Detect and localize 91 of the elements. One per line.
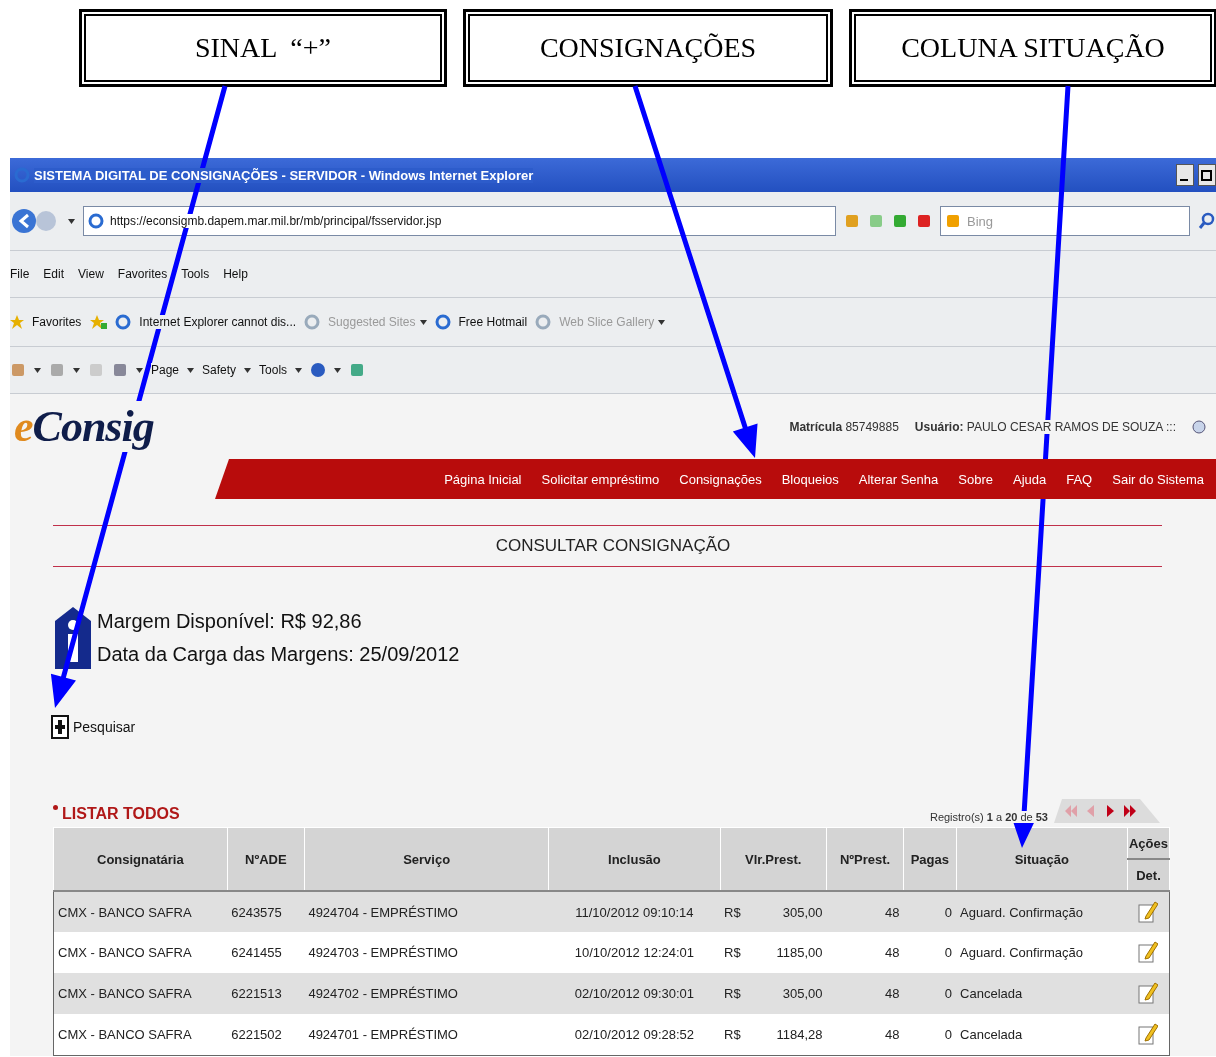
table-cell: Cancelada: [956, 973, 1128, 1014]
table-cell: 10/10/2012 12:24:01: [548, 932, 720, 973]
table-cell: 48: [826, 973, 904, 1014]
command-menu[interactable]: Safety: [202, 363, 237, 377]
favorites-link[interactable]: Internet Explorer cannot dis...: [139, 315, 297, 329]
favorites-link[interactable]: Free Hotmail: [458, 315, 528, 329]
table-cell: 0: [903, 973, 957, 1014]
table-cell: 02/10/2012 09:28:52: [548, 1014, 720, 1055]
edit-icon[interactable]: [1138, 980, 1159, 1004]
column-header: Inclusão: [548, 827, 720, 891]
minimize-button[interactable]: [1176, 164, 1194, 186]
column-header: Ações: [1127, 827, 1170, 859]
caret-icon: [34, 367, 41, 373]
caret-icon: [295, 367, 303, 373]
address-field[interactable]: https://econsigmb.dapem.mar.mil.br/mb/principal/fsservidor.jsp: [83, 206, 836, 236]
command-menu[interactable]: Page: [151, 363, 180, 377]
table-cell: R$: [724, 1026, 741, 1042]
table-cell: 305,00: [782, 904, 823, 920]
table-cell: CMX - BANCO SAFRA: [53, 1014, 228, 1055]
table-cell: Cancelada: [956, 1014, 1128, 1055]
column-header: Situação: [956, 827, 1128, 891]
menu-item[interactable]: View: [78, 267, 104, 281]
column-header: Consignatária: [53, 827, 228, 891]
menu-item[interactable]: Tools: [181, 267, 210, 281]
table-cell: 1185,00: [776, 945, 823, 960]
table-cell: 6241455: [227, 932, 305, 973]
caret-icon: [187, 367, 195, 373]
star-icon[interactable]: [10, 315, 24, 329]
add-favorite-icon[interactable]: [89, 314, 108, 330]
favorites-button[interactable]: Favorites: [32, 315, 82, 329]
column-header: NºPrest.: [826, 827, 904, 891]
table-cell: 02/10/2012 09:30:01: [548, 973, 720, 1014]
bullet-icon: [53, 805, 58, 810]
last-page-icon[interactable]: [1122, 803, 1138, 819]
caret-icon: [658, 319, 666, 325]
menu-item[interactable]: Edit: [43, 267, 65, 281]
globe-icon: [1192, 418, 1206, 435]
table-cell: 0: [903, 1014, 957, 1055]
user-info: Usuário: PAULO CESAR RAMOS DE SOUZA :::: [914, 419, 1176, 434]
table-cell: 4924703 - EMPRÉSTIMO: [304, 932, 549, 973]
table-cell: 48: [826, 1014, 904, 1055]
margin-info: Margem Disponível: R$ 92,86: [97, 609, 363, 634]
table-cell: 305,00: [782, 986, 823, 1001]
table-cell: R$: [724, 904, 741, 920]
menu-item[interactable]: Help: [223, 267, 248, 281]
page-heading: CONSULTAR CONSIGNAÇÃO: [494, 535, 732, 557]
table-cell: R$: [724, 986, 741, 1001]
margin-info: Data da Carga das Margens: 25/09/2012: [97, 642, 460, 667]
table-cell: 4924701 - EMPRÉSTIMO: [304, 1014, 549, 1055]
logo: eConsig: [14, 401, 154, 452]
caret-icon: [334, 367, 342, 373]
column-header: Pagas: [903, 827, 957, 891]
table-cell: 6243575: [227, 891, 305, 932]
table-cell: 48: [826, 932, 904, 973]
records-count: Registro(s) 1 a 20 de 53: [929, 811, 1048, 823]
caret-icon: [136, 367, 143, 373]
table-cell: 48: [826, 891, 904, 932]
table-cell: 6221513: [227, 973, 305, 1014]
table-cell: 4924702 - EMPRÉSTIMO: [304, 973, 549, 1014]
caret-icon: [244, 367, 252, 373]
table-cell: 0: [903, 891, 957, 932]
annotation-label: SINAL “+”: [80, 10, 446, 86]
user-info: Matrícula 85749885: [789, 419, 899, 434]
caret-icon: [73, 367, 80, 373]
table-cell: Aguard. Confirmação: [956, 891, 1128, 932]
edit-icon[interactable]: [1138, 939, 1159, 963]
table-cell: 0: [903, 932, 957, 973]
annotation-label: COLUNA SITUAÇÃO: [850, 10, 1216, 86]
caret-icon: [68, 218, 75, 224]
menu-item[interactable]: File: [10, 267, 30, 281]
table-cell: Aguard. Confirmação: [956, 932, 1128, 973]
table-cell: CMX - BANCO SAFRA: [53, 973, 228, 1014]
column-header: NºADE: [227, 827, 305, 891]
annotation-label: CONSIGNAÇÕES: [464, 10, 832, 86]
table-cell: R$: [724, 945, 741, 960]
table-cell: 11/10/2012 09:10:14: [548, 891, 720, 932]
window-title: SISTEMA DIGITAL DE CONSIGNAÇÕES - SERVIDOR - Windows Internet Explorer: [34, 167, 534, 183]
caret-icon: [419, 319, 427, 325]
list-all-link[interactable]: LISTAR TODOS: [62, 805, 180, 823]
search-icon[interactable]: [1198, 212, 1216, 230]
maximize-button[interactable]: [1198, 164, 1216, 186]
column-header: Vlr.Prest.: [720, 827, 827, 891]
table-cell: 4924704 - EMPRÉSTIMO: [304, 891, 549, 932]
menu-item[interactable]: Favorites: [117, 267, 168, 281]
column-header: Serviço: [304, 827, 549, 891]
table-cell: 6221502: [227, 1014, 305, 1055]
search-toggle[interactable]: Pesquisar: [51, 715, 136, 739]
command-menu[interactable]: Tools: [259, 363, 288, 377]
table-cell: 1184,28: [776, 1026, 823, 1042]
table-cell: CMX - BANCO SAFRA: [53, 891, 228, 932]
table-cell: CMX - BANCO SAFRA: [53, 932, 228, 973]
